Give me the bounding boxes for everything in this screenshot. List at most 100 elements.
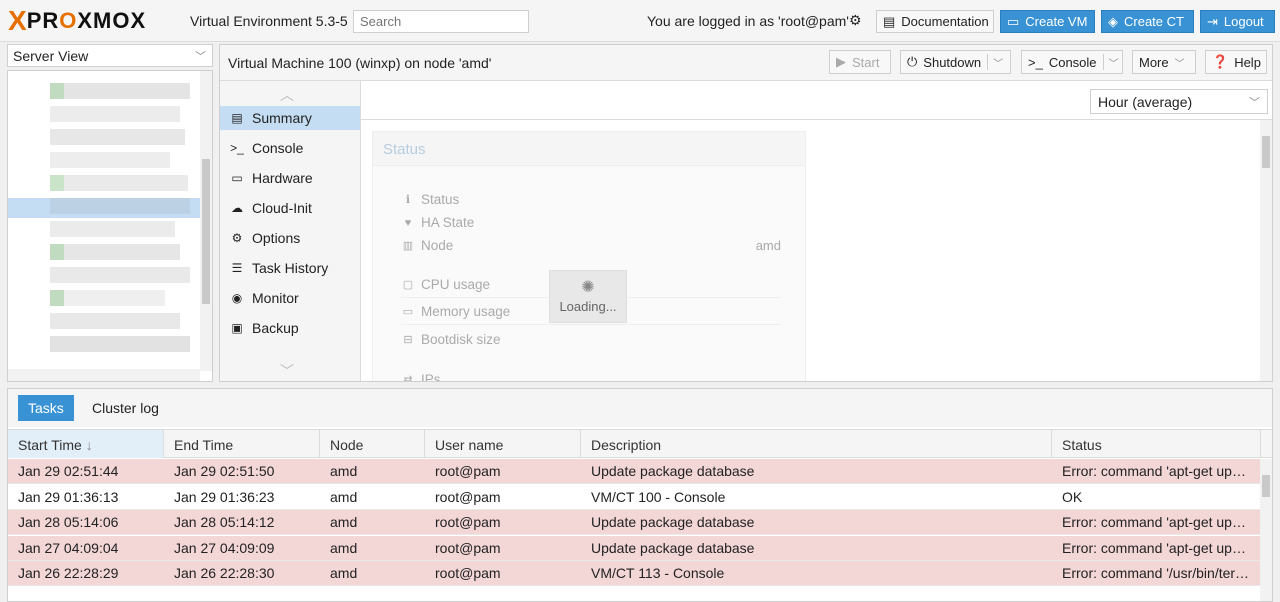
console-button[interactable]: >_ Console ﹀ [1021, 50, 1123, 74]
table-cell-desc: Update package database [591, 514, 755, 531]
chevron-down-icon[interactable]: ﹀ [1102, 54, 1119, 70]
nav-summary[interactable]: ▤ Summary [220, 106, 360, 130]
content-scrollbar[interactable] [1260, 120, 1272, 381]
documentation-button[interactable]: ▤ Documentation [876, 10, 994, 33]
shutdown-button[interactable]: ⏻ Shutdown ﹀ [900, 50, 1011, 74]
start-button[interactable]: ▶ Start [829, 50, 891, 74]
gear-icon: ⚙ [231, 231, 243, 245]
timeframe-select[interactable]: Hour (average) ﹀ [1090, 89, 1268, 114]
vm-nav: ︿ ▤ Summary >_ Console ▭ Hardware ☁ Clou… [220, 81, 361, 381]
top-bar: X PROXMOX Virtual Environment 5.3-5 You … [0, 0, 1280, 42]
terminal-icon: >_ [1028, 54, 1043, 70]
status-row-node: ▥ Node [402, 238, 454, 253]
nav-backup[interactable]: ▣ Backup [220, 316, 360, 340]
terminal-icon: >_ [230, 141, 244, 155]
building-icon: ▥ [402, 240, 414, 252]
column-description[interactable]: Description [581, 430, 1052, 458]
chevron-up-icon[interactable]: ︿ [280, 85, 294, 105]
list-icon: ☰ [231, 261, 243, 275]
table-cell-desc: Update package database [591, 539, 755, 556]
nav-console[interactable]: >_ Console [220, 136, 360, 160]
logout-button[interactable]: ⇥ Logout [1200, 10, 1275, 33]
table-cell-start: Jan 26 22:28:29 [18, 565, 119, 582]
column-user-name[interactable]: User name [425, 430, 581, 458]
power-icon: ⏻ [907, 54, 918, 69]
nav-hardware[interactable]: ▭ Hardware [220, 166, 360, 190]
status-row-cpu: ▢ CPU usage [402, 277, 491, 292]
table-row[interactable]: Jan 26 22:28:29 Jan 26 22:28:30 amd root@pa… [8, 561, 1260, 587]
exchange-icon: ⇄ [403, 374, 413, 382]
status-row-memory: ▭ Memory usage [402, 304, 511, 319]
column-start-time[interactable]: Start Time ↓ [8, 430, 164, 458]
book-icon: ▤ [883, 13, 896, 29]
cpu-icon: ▢ [402, 279, 414, 291]
vm-header: Virtual Machine 100 (winxp) on node 'amd… [220, 45, 1272, 81]
table-cell-user: root@pam [435, 463, 501, 479]
column-end-time[interactable]: End Time [164, 430, 320, 458]
table-cell-desc: VM/CT 113 - Console [591, 565, 725, 582]
table-cell-end: Jan 29 02:51:50 [174, 463, 275, 479]
logo-x: X [8, 5, 27, 36]
tree-hscrollbar[interactable] [8, 369, 200, 381]
table-cell-status: Error: command '/usr/bin/ter… [1062, 565, 1250, 582]
heartbeat-icon: ♥ [404, 216, 412, 229]
table-row[interactable]: Jan 27 04:09:04 Jan 27 04:09:09 amd root@pa… [8, 535, 1260, 561]
table-cell-desc: VM/CT 100 - Console [591, 488, 726, 505]
vm-panel: Virtual Machine 100 (winxp) on node 'amd… [219, 44, 1273, 382]
spinner-icon: ✺ [581, 279, 595, 296]
column-node[interactable]: Node [320, 430, 425, 458]
table-cell-node: amd [330, 514, 358, 531]
table-row[interactable]: Jan 29 01:36:13 Jan 29 01:36:23 amd root@pa… [8, 485, 1260, 510]
server-view-select[interactable]: Server View ﹀ [7, 44, 213, 67]
table-cell-node: amd [330, 463, 358, 479]
table-cell-user: root@pam [435, 565, 501, 582]
chevron-down-icon[interactable]: ﹀ [987, 54, 1003, 70]
tab-cluster-log[interactable]: Cluster log [82, 395, 169, 421]
table-cell-user: root@pam [435, 539, 501, 556]
gear-icon[interactable]: ⚙ [849, 12, 862, 29]
column-status[interactable]: Status [1052, 430, 1261, 458]
tree-items-obscured [50, 83, 190, 352]
status-row-ips: ⇄ IPs [401, 372, 440, 382]
table-row[interactable]: Jan 28 05:14:06 Jan 28 05:14:12 amd root@pa… [8, 510, 1260, 536]
more-button[interactable]: More ﹀ [1132, 50, 1196, 74]
table-cell-node: amd [330, 488, 358, 505]
search-input[interactable] [353, 10, 529, 33]
memory-usage-bar [401, 324, 781, 325]
table-cell-start: Jan 27 04:09:04 [18, 539, 119, 556]
login-status: You are logged in as 'root@pam' [647, 13, 849, 29]
status-panel: Status ℹ Status ♥ HA State ▥ Node amd ▢ … [372, 131, 806, 382]
log-panel: Tasks Cluster log Start Time ↓ End Time … [7, 388, 1273, 602]
book-icon: ▤ [231, 111, 243, 125]
chevron-down-icon[interactable]: ﹀ [280, 361, 294, 381]
task-table-scrollbar[interactable] [1260, 459, 1272, 601]
table-cell-start: Jan 28 05:14:06 [18, 514, 119, 531]
eye-icon: ◉ [231, 291, 243, 305]
table-cell-status: OK [1062, 488, 1083, 505]
create-ct-button[interactable]: ◈ Create CT [1101, 10, 1194, 33]
resource-tree[interactable] [7, 70, 213, 382]
task-table-header: Start Time ↓ End Time Node User name Des… [8, 429, 1272, 458]
tab-tasks[interactable]: Tasks [18, 395, 74, 421]
nav-options[interactable]: ⚙ Options [220, 226, 360, 250]
nav-cloud-init[interactable]: ☁ Cloud-Init [220, 196, 360, 220]
table-row[interactable]: Jan 29 02:51:44 Jan 29 02:51:50 amd root@pa… [8, 459, 1260, 484]
tree-scrollbar[interactable] [200, 71, 212, 371]
table-cell-end: Jan 29 01:36:23 [174, 488, 275, 505]
nav-monitor[interactable]: ◉ Monitor [220, 286, 360, 310]
sign-out-icon: ⇥ [1207, 13, 1218, 29]
table-cell-status: Error: command 'apt-get upd… [1062, 463, 1254, 479]
table-cell-node: amd [330, 565, 358, 582]
create-vm-button[interactable]: ▭ Create VM [1000, 10, 1095, 33]
table-cell-user: root@pam [435, 488, 501, 505]
help-button[interactable]: ❓ Help [1205, 50, 1267, 74]
hdd-icon: ⊟ [403, 334, 413, 346]
nav-task-history[interactable]: ☰ Task History [220, 256, 360, 280]
version-label: Virtual Environment 5.3-5 [190, 13, 348, 29]
table-cell-start: Jan 29 02:51:44 [18, 463, 119, 479]
desktop-icon: ▭ [1007, 13, 1020, 29]
table-cell-desc: Update package database [591, 463, 755, 479]
proxmox-logo[interactable]: X PROXMOX [8, 5, 146, 36]
table-cell-end: Jan 26 22:28:30 [174, 565, 275, 582]
info-icon: ℹ [405, 194, 411, 206]
